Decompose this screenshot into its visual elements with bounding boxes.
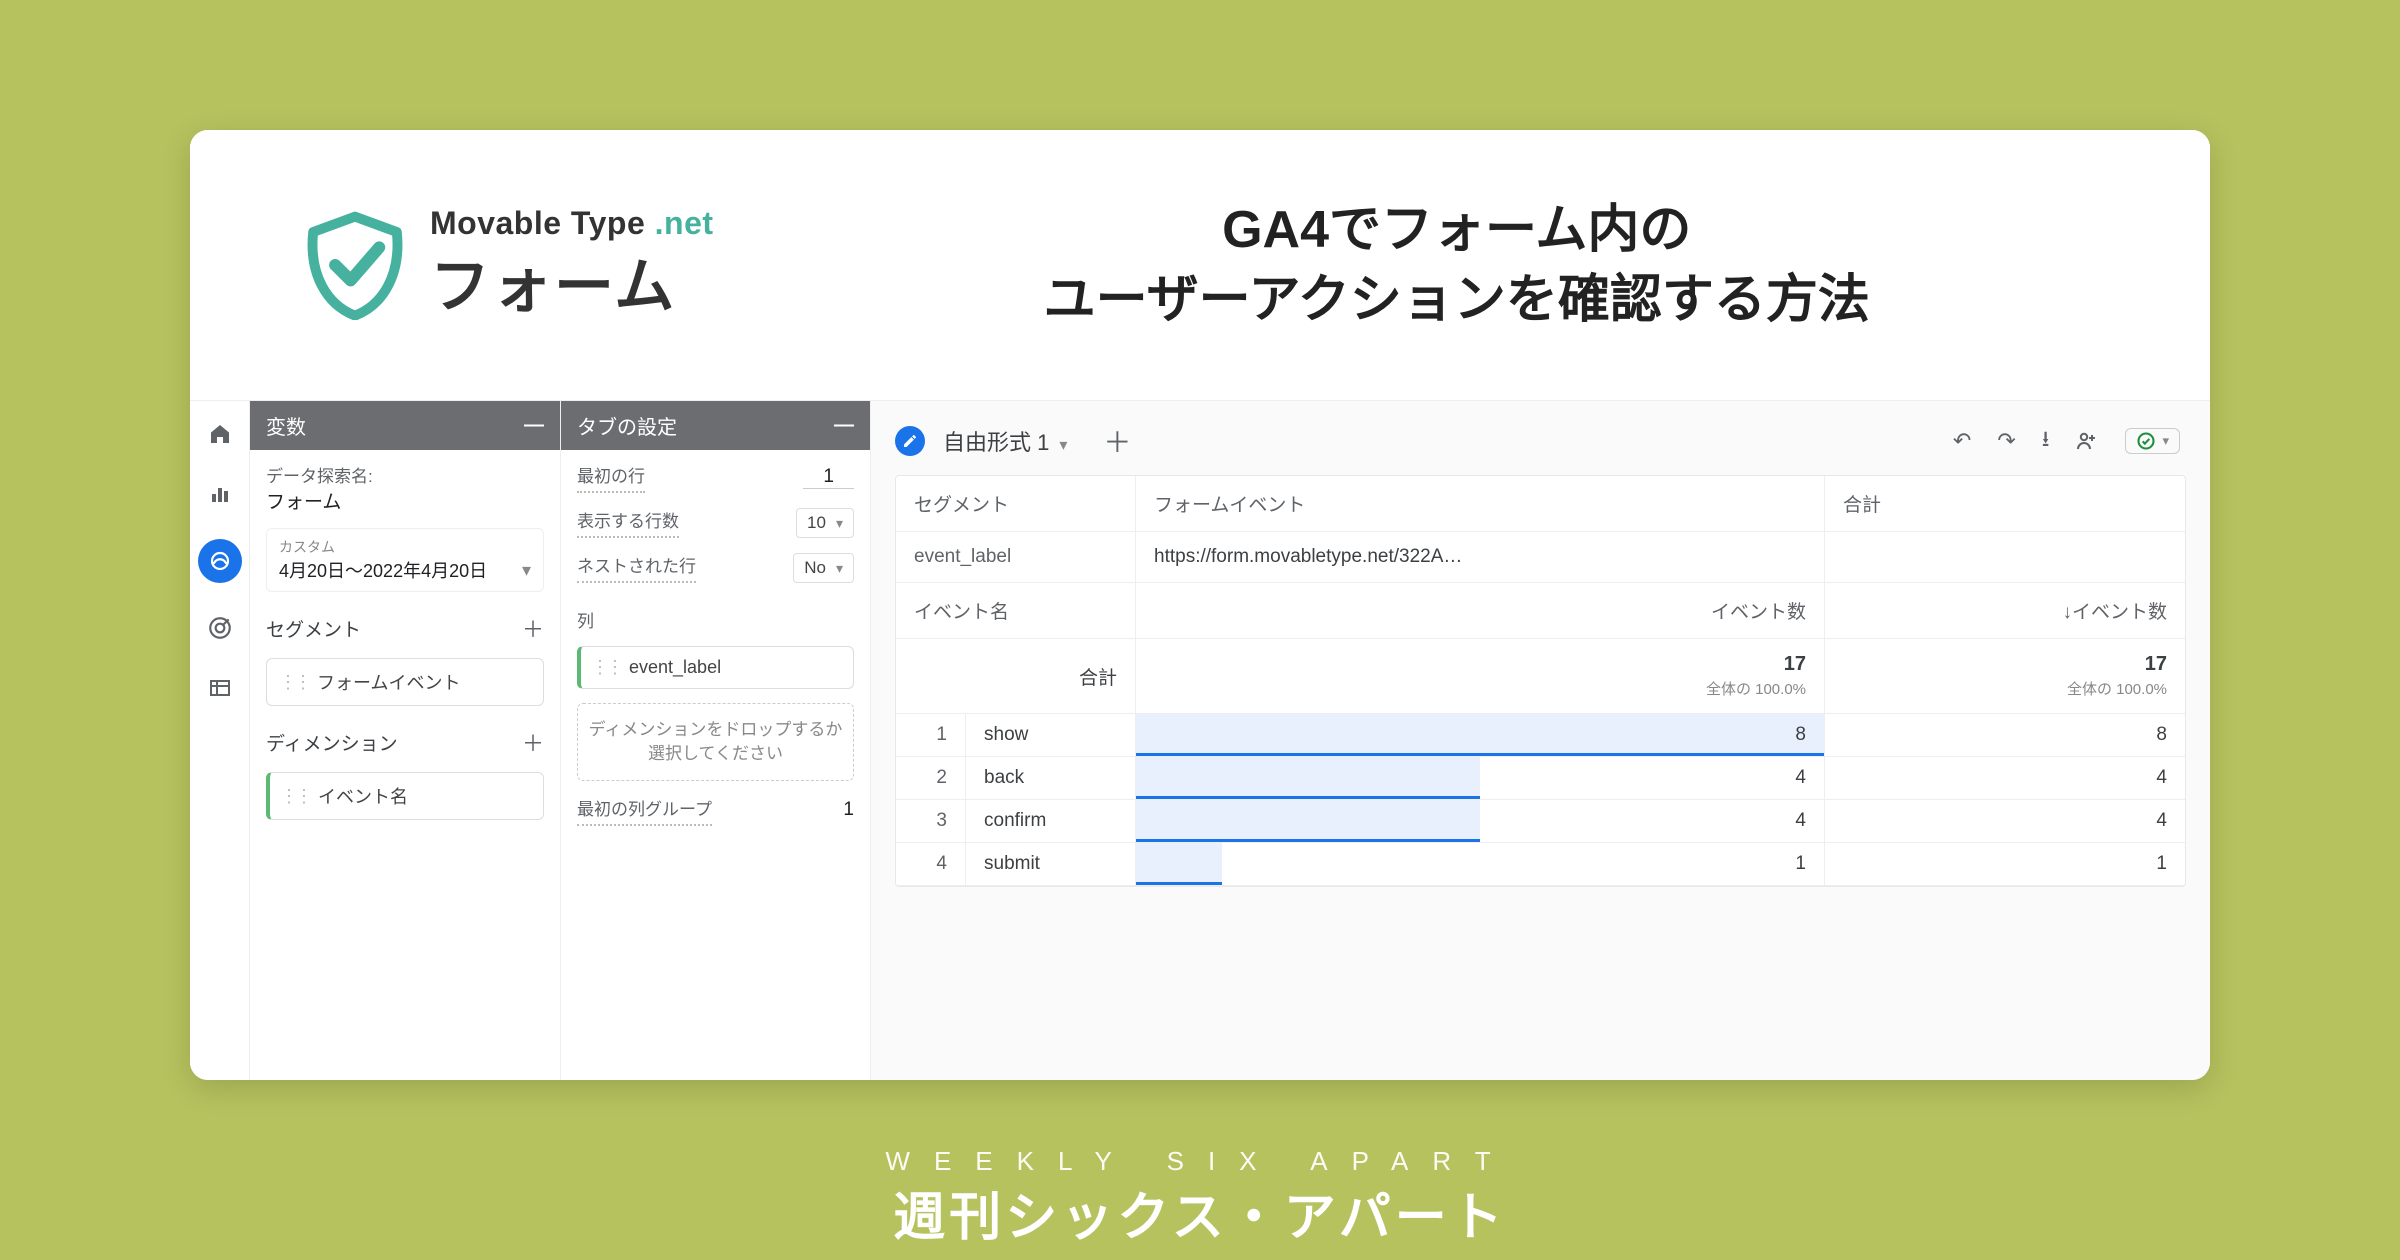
- first-col-group-value[interactable]: 1: [843, 799, 854, 821]
- table-icon[interactable]: [205, 673, 235, 703]
- add-tab-button[interactable]: ＋: [1103, 421, 1131, 461]
- explore-icon[interactable]: [198, 539, 242, 583]
- total-value-2: 17 全体の 100.0%: [1825, 639, 2185, 714]
- col-header-event-count-2[interactable]: ↓イベント数: [1825, 583, 2185, 639]
- drag-handle-icon[interactable]: ⋮⋮: [591, 657, 621, 678]
- add-segment-button[interactable]: [522, 612, 544, 644]
- nested-rows-label: ネストされた行: [577, 552, 696, 583]
- event-name-cell: confirm: [966, 800, 1136, 843]
- event-count-cell-1: 4: [1136, 800, 1825, 843]
- collapse-icon[interactable]: [834, 414, 854, 437]
- left-nav-rail: [190, 401, 250, 1080]
- event-count-cell-2: 4: [1825, 757, 2185, 800]
- event-count-cell-1: 1: [1136, 843, 1825, 886]
- status-ok-dropdown[interactable]: [2125, 428, 2180, 454]
- drag-handle-icon[interactable]: ⋮⋮: [280, 786, 310, 807]
- col-header-event-count-1[interactable]: イベント数: [1136, 583, 1825, 639]
- columns-section-label: 列: [577, 607, 854, 632]
- date-range-hint: カスタム: [279, 537, 531, 557]
- collapse-icon[interactable]: [524, 414, 544, 437]
- first-col-group-label: 最初の列グループ: [577, 795, 712, 826]
- footer-jp: 週刊シックス・アパート: [0, 1175, 2400, 1250]
- table-row[interactable]: 2back44: [896, 757, 2185, 800]
- redo-icon[interactable]: ↷: [1997, 428, 2015, 454]
- home-icon[interactable]: [205, 419, 235, 449]
- download-icon[interactable]: ⭳: [2042, 422, 2050, 460]
- event-name-cell: back: [966, 757, 1136, 800]
- explore-name-label: データ探索名:: [266, 462, 544, 487]
- col-header-event-label: event_label: [896, 532, 1136, 583]
- brand-name: フォーム: [430, 238, 714, 325]
- date-range-value[interactable]: 4月20日～2022年4月20日: [279, 557, 487, 583]
- segment-chip[interactable]: ⋮⋮ フォームイベント: [266, 658, 544, 706]
- hero: Movable Type .net フォーム GA4でフォーム内の ユーザーアク…: [190, 130, 2210, 380]
- event-name-cell: submit: [966, 843, 1136, 886]
- event-count-cell-1: 4: [1136, 757, 1825, 800]
- chevron-down-icon[interactable]: ▾: [522, 560, 531, 581]
- chevron-down-icon: [836, 558, 843, 578]
- segment-section-label: セグメント: [266, 615, 361, 642]
- tab-settings-header[interactable]: タブの設定: [561, 401, 870, 450]
- event-count-cell-2: 1: [1825, 843, 2185, 886]
- row-index: 4: [896, 843, 966, 886]
- event-count-cell-1: 8: [1136, 714, 1825, 757]
- share-user-icon[interactable]: [2075, 429, 2099, 453]
- row-index: 3: [896, 800, 966, 843]
- shield-check-icon: [300, 210, 410, 320]
- event-name-cell: show: [966, 714, 1136, 757]
- article-headline: GA4でフォーム内の ユーザーアクションを確認する方法: [794, 195, 2120, 335]
- total-row-label: 合計: [896, 639, 1136, 714]
- variables-panel-header[interactable]: 変数: [250, 401, 560, 450]
- rows-to-show-select[interactable]: 10: [796, 508, 854, 538]
- first-row-label: 最初の行: [577, 462, 645, 493]
- footer-en: WEEKLY SIX APART: [0, 1146, 2400, 1177]
- product-logo: Movable Type .net フォーム: [300, 205, 714, 325]
- table-row[interactable]: 4submit11: [896, 843, 2185, 886]
- row-index: 2: [896, 757, 966, 800]
- content-card: Movable Type .net フォーム GA4でフォーム内の ユーザーアク…: [190, 130, 2210, 1080]
- target-icon[interactable]: [205, 613, 235, 643]
- bar-chart-icon[interactable]: [205, 479, 235, 509]
- brand-top: Movable Type .net: [430, 205, 714, 242]
- col-header-event-name[interactable]: イベント名: [896, 583, 1136, 639]
- col-header-form-event: フォームイベント: [1136, 476, 1825, 532]
- explore-name-value[interactable]: フォーム: [266, 487, 544, 514]
- report-tab-name[interactable]: 自由形式 1: [943, 425, 1067, 457]
- report-table: セグメント フォームイベント 合計 event_label https://fo…: [895, 475, 2186, 887]
- event-count-cell-2: 4: [1825, 800, 2185, 843]
- total-value-1: 17 全体の 100.0%: [1136, 639, 1825, 714]
- dimension-chip[interactable]: ⋮⋮ イベント名: [266, 772, 544, 820]
- chevron-down-icon[interactable]: [1049, 430, 1067, 455]
- col-header-total: 合計: [1825, 476, 2185, 532]
- event-count-cell-2: 8: [1825, 714, 2185, 757]
- event-label-url: https://form.movabletype.net/322A…: [1136, 532, 1825, 583]
- variables-panel: 変数 データ探索名: フォーム カスタム 4月20日～2022年4月20日 ▾ …: [250, 401, 560, 1080]
- tab-settings-panel: タブの設定 最初の行 1 表示する行数 10 ネストされた行 No: [560, 401, 870, 1080]
- chevron-down-icon: [836, 513, 843, 533]
- table-row[interactable]: 1show88: [896, 714, 2185, 757]
- row-index: 1: [896, 714, 966, 757]
- undo-icon[interactable]: ↶: [1953, 428, 1971, 454]
- dimension-section-label: ディメンション: [266, 729, 398, 756]
- drag-handle-icon[interactable]: ⋮⋮: [279, 672, 309, 693]
- add-dimension-button[interactable]: [522, 726, 544, 758]
- ga4-screenshot: 変数 データ探索名: フォーム カスタム 4月20日～2022年4月20日 ▾ …: [190, 400, 2210, 1080]
- table-row[interactable]: 3confirm44: [896, 800, 2185, 843]
- report-toolbar: 自由形式 1 ＋ ↶ ↷ ⭳: [895, 415, 2186, 475]
- column-dropzone[interactable]: ディメンションをドロップするか選択してください: [577, 703, 854, 781]
- col-header-segment: セグメント: [896, 476, 1136, 532]
- report-area: 自由形式 1 ＋ ↶ ↷ ⭳ セグメ: [870, 401, 2210, 1080]
- pencil-icon[interactable]: [895, 426, 925, 456]
- first-row-value[interactable]: 1: [803, 466, 854, 489]
- column-chip[interactable]: ⋮⋮ event_label: [577, 646, 854, 689]
- nested-rows-select[interactable]: No: [793, 553, 854, 583]
- rows-to-show-label: 表示する行数: [577, 507, 679, 538]
- page-footer: WEEKLY SIX APART 週刊シックス・アパート: [0, 1146, 2400, 1250]
